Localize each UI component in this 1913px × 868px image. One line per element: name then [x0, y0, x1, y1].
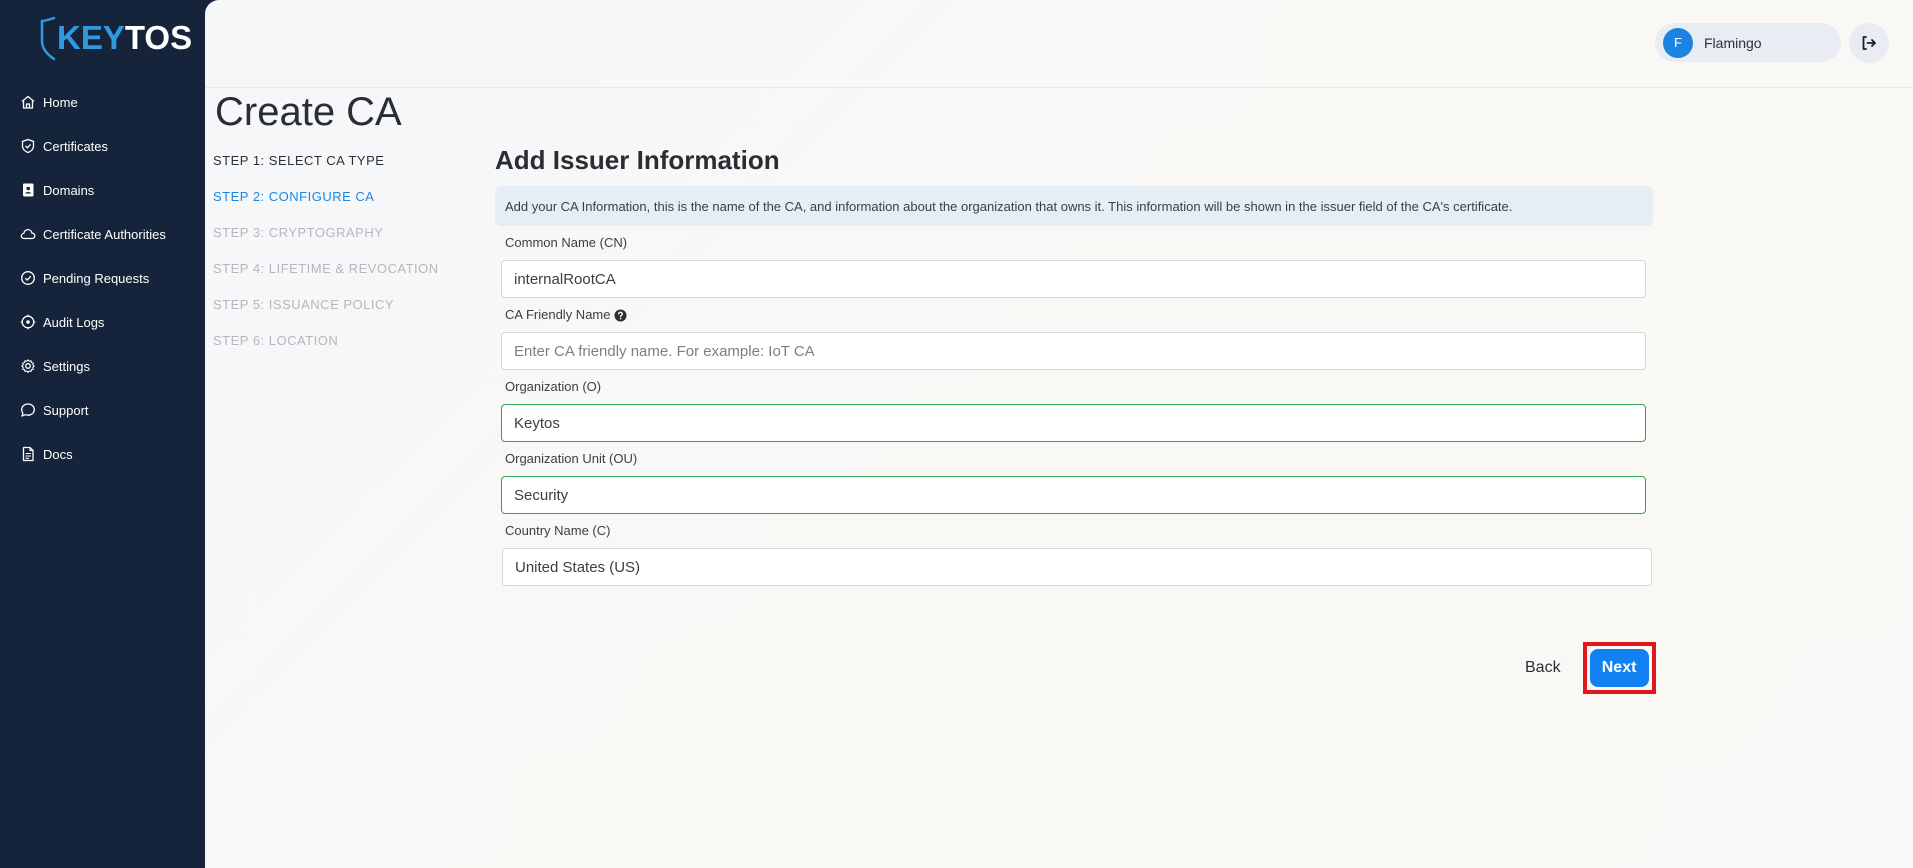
- sidebar-item-certificate-authorities[interactable]: Certificate Authorities: [0, 212, 205, 256]
- sidebar-item-domains[interactable]: Domains: [0, 168, 205, 212]
- step-select-ca-type[interactable]: STEP 1: SELECT CA TYPE: [213, 150, 443, 186]
- field-label: CA Friendly Name: [505, 306, 1660, 324]
- sidebar-item-label: Audit Logs: [43, 314, 105, 330]
- keytos-logo[interactable]: KEYTOS: [40, 14, 192, 62]
- sidebar-item-label: Certificates: [43, 138, 109, 154]
- sidebar-item-support[interactable]: Support: [0, 388, 205, 432]
- field-label: Organization Unit (OU): [505, 451, 638, 466]
- sidebar-item-audit-logs[interactable]: Audit Logs: [0, 300, 205, 344]
- chat-bubble-icon: [19, 401, 37, 419]
- logo-text: KEYTOS: [57, 19, 193, 56]
- country-select[interactable]: United States (US): [502, 548, 1652, 586]
- top-bar: F Flamingo: [205, 0, 1913, 88]
- home-icon: [19, 93, 37, 111]
- gear-icon: [19, 357, 37, 375]
- sidebar-item-label: Support: [43, 402, 89, 418]
- field-label: Common Name (CN): [505, 235, 628, 250]
- shield-logo-icon: [40, 16, 56, 61]
- sidebar-item-pending-requests[interactable]: Pending Requests: [0, 256, 205, 300]
- stepper: STEP 1: SELECT CA TYPE STEP 2: CONFIGURE…: [213, 150, 443, 366]
- next-highlight: Next: [1582, 642, 1656, 694]
- next-button[interactable]: Next: [1589, 649, 1649, 687]
- form-actions: Back Next: [1519, 642, 1656, 694]
- country-value: United States (US): [515, 558, 641, 576]
- sidebar-item-label: Home: [43, 94, 78, 110]
- issuer-form: Add Issuer Information Add your CA Infor…: [495, 140, 1660, 586]
- sidebar-item-label: Pending Requests: [43, 270, 150, 286]
- sidebar-item-label: Certificate Authorities: [43, 226, 166, 242]
- field-label: Country Name (C): [505, 523, 611, 538]
- user-menu[interactable]: F Flamingo: [1655, 23, 1841, 62]
- organization-input[interactable]: [501, 404, 1646, 442]
- page-title: Create CA: [215, 90, 402, 134]
- step-issuance-policy: STEP 5: ISSUANCE POLICY: [213, 297, 395, 312]
- step-configure-ca[interactable]: STEP 2: CONFIGURE CA: [213, 186, 443, 222]
- common-name-input[interactable]: [501, 260, 1646, 298]
- sidebar-item-label: Settings: [43, 358, 90, 374]
- shield-check-icon: [19, 137, 37, 155]
- sidebar-item-certificates[interactable]: Certificates: [0, 124, 205, 168]
- avatar: F: [1663, 27, 1693, 58]
- sidebar-item-label: Domains: [43, 182, 95, 198]
- org-unit-field: Organization Unit (OU): [495, 450, 1660, 514]
- logout-icon: [1862, 36, 1876, 50]
- step-cryptography: STEP 3: CRYPTOGRAPHY: [213, 225, 384, 240]
- contact-book-icon: [19, 181, 37, 199]
- back-button[interactable]: Back: [1519, 653, 1567, 683]
- question-circle-icon[interactable]: [614, 309, 627, 322]
- sidebar-item-home[interactable]: Home: [0, 80, 205, 124]
- sidebar-item-label: Docs: [43, 446, 73, 462]
- common-name-field: Common Name (CN): [495, 234, 1660, 298]
- sidebar-item-settings[interactable]: Settings: [0, 344, 205, 388]
- main-panel: F Flamingo Create CA STEP 1: SELECT CA T…: [205, 0, 1913, 868]
- form-title: Add Issuer Information: [495, 145, 780, 175]
- sidebar-nav: Home Certificates Domains Certificate Au…: [0, 80, 205, 476]
- country-field: Country Name (C) United States (US): [495, 522, 1660, 586]
- audit-target-icon: [19, 313, 37, 331]
- organization-field: Organization (O): [495, 378, 1660, 442]
- step-lifetime-revocation: STEP 4: LIFETIME & REVOCATION: [213, 261, 439, 276]
- user-name: Flamingo: [1704, 34, 1762, 51]
- step-location: STEP 6: LOCATION: [213, 333, 339, 348]
- sidebar: KEYTOS Home Certificates Domains Certifi…: [0, 0, 205, 868]
- friendly-name-input[interactable]: [501, 332, 1646, 370]
- friendly-name-field: CA Friendly Name: [495, 306, 1660, 370]
- info-box: Add your CA Information, this is the nam…: [495, 186, 1653, 226]
- cloud-icon: [19, 225, 37, 243]
- org-unit-input[interactable]: [501, 476, 1646, 514]
- check-circle-icon: [19, 269, 37, 287]
- logout-button[interactable]: [1849, 23, 1889, 63]
- sidebar-item-docs[interactable]: Docs: [0, 432, 205, 476]
- field-label: Organization (O): [505, 379, 602, 394]
- document-icon: [19, 445, 37, 463]
